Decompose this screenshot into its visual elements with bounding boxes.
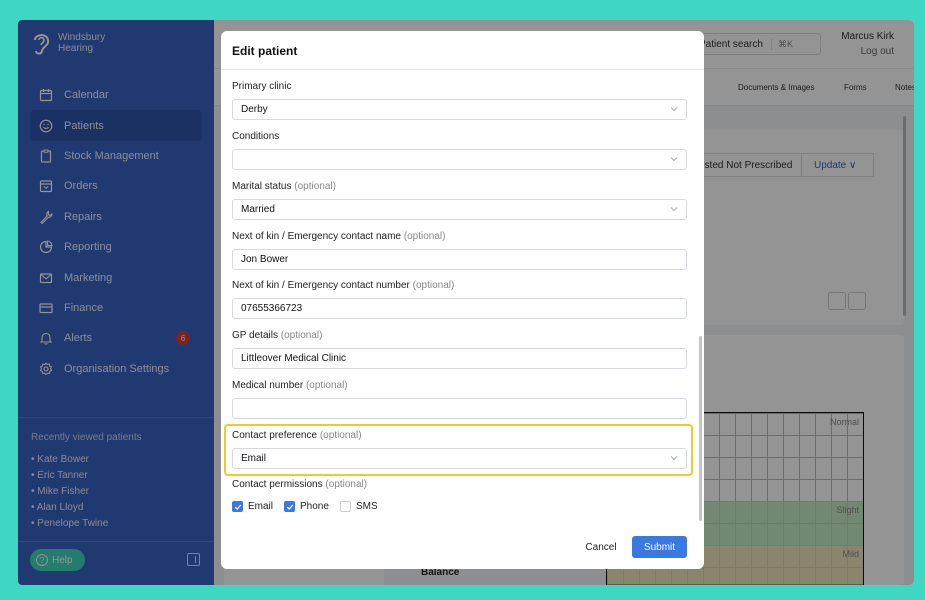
primary-clinic-field: Primary clinic Derby	[232, 81, 687, 120]
label-text: Next of kin / Emergency contact number	[232, 280, 410, 291]
marital-status-field: Marital status (optional) Married	[232, 181, 687, 220]
input-value: 07655366723	[241, 303, 303, 314]
label-text: Marital status	[232, 181, 292, 192]
sms-permission-label[interactable]: SMS	[356, 501, 378, 512]
select-value: Married	[241, 204, 275, 215]
label-text: Medical number	[232, 380, 304, 391]
cancel-button[interactable]: Cancel	[581, 538, 621, 556]
field-label: Medical number (optional)	[232, 380, 687, 394]
field-label: Conditions	[232, 131, 687, 145]
optional-text: (optional)	[325, 479, 368, 490]
next-of-kin-name-input[interactable]: Jon Bower	[232, 249, 687, 270]
marital-status-select[interactable]: Married	[232, 199, 687, 220]
field-label: Next of kin / Emergency contact name (op…	[232, 231, 687, 245]
field-label: Next of kin / Emergency contact number (…	[232, 280, 687, 294]
medical-number-input[interactable]	[232, 398, 687, 419]
label-text: Conditions	[232, 131, 280, 142]
phone-permission-checkbox[interactable]	[284, 501, 296, 512]
label-text: GP details	[232, 330, 278, 341]
email-permission-checkbox[interactable]	[232, 501, 243, 512]
gp-details-input[interactable]: Littleover Medical Clinic	[232, 348, 687, 369]
sms-permission-checkbox[interactable]	[339, 501, 351, 512]
contact-permissions-checkboxes: Email Phone SMS	[232, 501, 389, 512]
primary-clinic-select[interactable]: Derby	[232, 99, 687, 120]
medical-number-field: Medical number (optional)	[232, 380, 687, 419]
chevron-down-icon	[670, 207, 678, 212]
optional-text: (optional)	[280, 330, 323, 341]
next-of-kin-name-field: Next of kin / Emergency contact name (op…	[232, 231, 687, 270]
modal-scrollbar[interactable]	[699, 336, 702, 521]
field-label: Primary clinic	[232, 81, 687, 95]
label-text: Primary clinic	[232, 81, 292, 92]
field-label: GP details (optional)	[232, 330, 687, 344]
contact-preference-highlight	[224, 424, 693, 476]
modal-title: Edit patient	[232, 44, 298, 58]
modal-header: Edit patient	[221, 31, 704, 70]
submit-button[interactable]: Submit	[632, 536, 687, 558]
next-of-kin-number-input[interactable]: 07655366723	[232, 298, 687, 319]
select-value: Derby	[241, 104, 268, 115]
field-label: Contact permissions (optional)	[232, 479, 687, 493]
input-value: Jon Bower	[241, 254, 289, 265]
contact-permissions-field: Contact permissions (optional)	[232, 479, 687, 493]
optional-text: (optional)	[412, 280, 455, 291]
input-value: Littleover Medical Clinic	[241, 353, 347, 364]
email-permission-label[interactable]: Email	[248, 501, 273, 512]
optional-text: (optional)	[305, 380, 348, 391]
label-text: Contact permissions	[232, 479, 323, 490]
edit-patient-modal: Edit patient Primary clinic Derby Condit…	[221, 31, 704, 569]
conditions-select[interactable]	[232, 149, 687, 170]
check-icon	[234, 504, 241, 510]
field-label: Marital status (optional)	[232, 181, 687, 195]
optional-text: (optional)	[294, 181, 336, 192]
next-of-kin-number-field: Next of kin / Emergency contact number (…	[232, 280, 687, 319]
chevron-down-icon	[670, 107, 678, 112]
gp-details-field: GP details (optional) Littleover Medical…	[232, 330, 687, 369]
check-icon	[286, 504, 293, 510]
phone-permission-label[interactable]: Phone	[300, 501, 329, 512]
label-text: Next of kin / Emergency contact name	[232, 231, 401, 242]
optional-text: (optional)	[403, 231, 446, 242]
chevron-down-icon	[670, 157, 678, 162]
conditions-field: Conditions	[232, 131, 687, 170]
